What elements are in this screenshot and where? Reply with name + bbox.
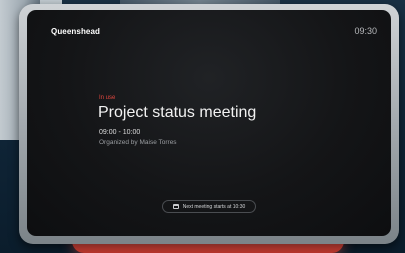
room-booking-screen: Queenshead 09:30 In use Project status m…	[27, 10, 391, 236]
meeting-organizer: Organized by Maise Torres	[99, 139, 177, 146]
meeting-title: Project status meeting	[98, 104, 257, 121]
next-meeting-button[interactable]: Next meeting starts at 10:30	[162, 200, 256, 213]
next-meeting-label: Next meeting starts at 10:30	[182, 203, 246, 210]
meeting-time: 09:00 - 10:00	[99, 129, 141, 136]
photo-scene: Queenshead 09:30 In use Project status m…	[0, 0, 405, 253]
room-status: In use	[99, 95, 116, 101]
room-name: Queenshead	[51, 27, 101, 36]
calendar-icon	[172, 204, 179, 209]
clock: 09:30	[354, 26, 377, 36]
